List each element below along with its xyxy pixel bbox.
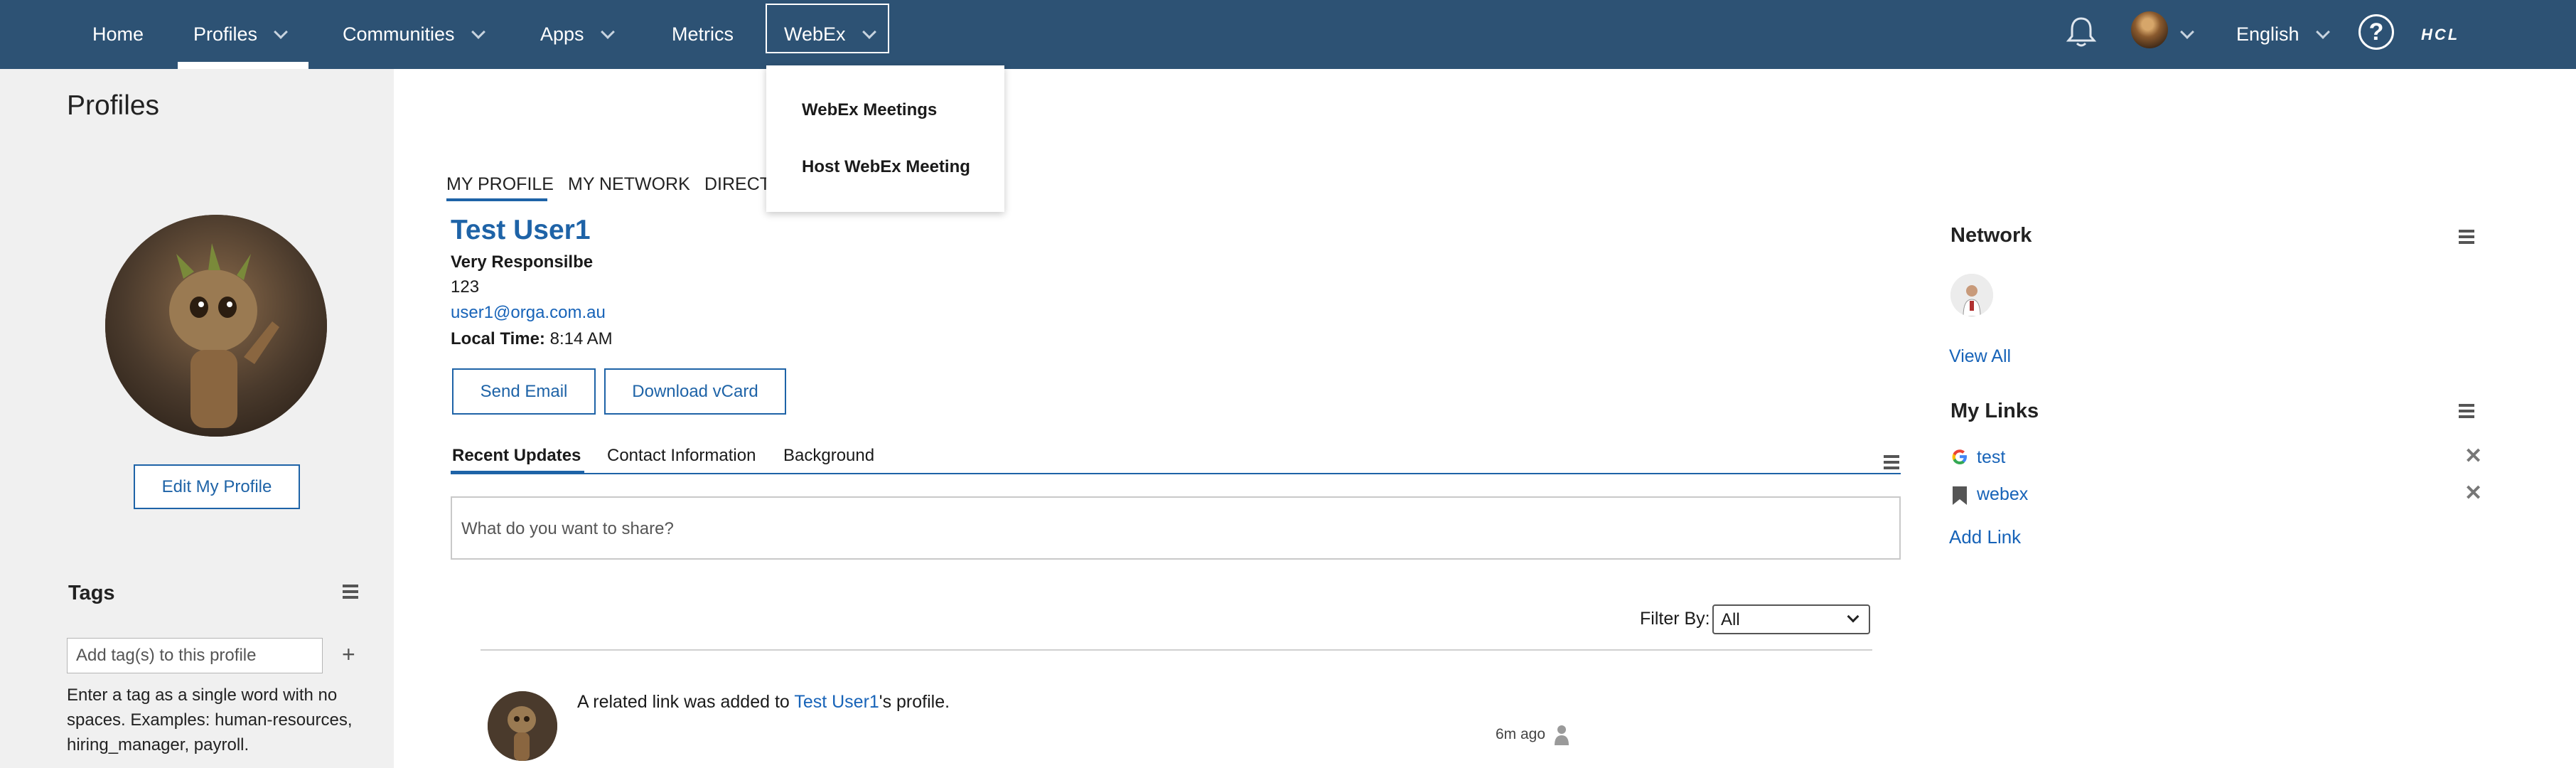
menu-item-webex-meetings[interactable]: WebEx Meetings — [802, 100, 937, 120]
feed-item-text: A related link was added to Test User1's… — [577, 692, 950, 713]
profile-extension: 123 — [451, 277, 480, 297]
nav-home[interactable]: Home — [92, 0, 144, 69]
my-links-menu-icon[interactable] — [2459, 404, 2474, 418]
tag-help-text: Enter a tag as a single word with no spa… — [67, 686, 353, 754]
edit-my-profile-label: Edit My Profile — [161, 476, 272, 496]
download-vcard-label: Download vCard — [632, 381, 758, 401]
nav-profiles[interactable]: Profiles — [193, 0, 288, 69]
feed-divider — [481, 649, 1872, 651]
local-time-label: Local Time: — [451, 329, 545, 348]
language-selector[interactable]: English — [2236, 0, 2330, 69]
filter-select[interactable]: All — [1712, 604, 1870, 634]
webex-dropdown-menu: WebEx Meetings Host WebEx Meeting — [766, 65, 1004, 212]
nav-apps[interactable]: Apps — [540, 0, 615, 69]
share-input[interactable]: What do you want to share? — [451, 496, 1901, 560]
network-menu-icon[interactable] — [2459, 230, 2474, 244]
person-icon — [1555, 725, 1569, 745]
nav-home-label: Home — [92, 23, 144, 45]
send-email-button[interactable]: Send Email — [452, 368, 596, 415]
profile-photo-image — [105, 215, 327, 437]
nav-metrics-label: Metrics — [672, 23, 734, 45]
google-icon — [1952, 449, 1967, 464]
profile-email-link[interactable]: user1@orga.com.au — [451, 303, 606, 323]
profile-job-title: Very Responsilbe — [451, 252, 594, 272]
my-link-test[interactable]: test — [1977, 447, 2005, 468]
profile-local-time: Local Time: 8:14 AM — [451, 329, 613, 349]
nav-communities-label: Communities — [343, 23, 455, 45]
network-title: Network — [1950, 224, 2032, 247]
language-label: English — [2236, 23, 2299, 45]
tag-input-placeholder: Add tag(s) to this profile — [76, 646, 257, 665]
chevron-down-icon — [274, 24, 288, 39]
notifications-bell-icon[interactable] — [2066, 16, 2097, 48]
feed-item-time: 6m ago — [1496, 726, 1546, 742]
chevron-down-icon — [2180, 24, 2194, 39]
filter-label: Filter By: — [1640, 609, 1710, 629]
view-all-link[interactable]: View All — [1949, 346, 2011, 367]
edit-my-profile-button[interactable]: Edit My Profile — [134, 464, 300, 509]
profile-photo — [105, 215, 327, 437]
tab-contact-information[interactable]: Contact Information — [607, 446, 756, 466]
sidebar-title: Profiles — [67, 90, 160, 121]
local-time-value: 8:14 AM — [549, 329, 613, 348]
download-vcard-button[interactable]: Download vCard — [604, 368, 786, 415]
tab-my-profile[interactable]: MY PROFILE — [446, 174, 554, 195]
feed-avatar-image — [488, 691, 557, 761]
bookmark-icon — [1953, 486, 1967, 505]
tabs-baseline — [451, 473, 1901, 474]
nav-communities[interactable]: Communities — [343, 0, 485, 69]
tab-recent-updates[interactable]: Recent Updates — [452, 446, 581, 466]
tags-title: Tags — [68, 582, 115, 604]
tab-active-indicator — [451, 471, 584, 474]
help-icon[interactable]: ? — [2358, 14, 2394, 50]
user-menu-toggle[interactable] — [2180, 0, 2194, 69]
tags-menu-icon[interactable] — [343, 585, 358, 599]
feed-item-prefix: A related link was added to — [577, 692, 795, 712]
nav-active-indicator — [178, 62, 308, 69]
chevron-down-icon — [471, 24, 485, 39]
chevron-down-icon — [2315, 24, 2330, 39]
add-tag-icon[interactable]: + — [342, 641, 355, 668]
my-links-title: My Links — [1950, 400, 2039, 422]
nav-profiles-label: Profiles — [193, 23, 258, 45]
tab-active-indicator — [446, 198, 547, 201]
feed-avatar[interactable] — [488, 691, 557, 761]
tag-input[interactable]: Add tag(s) to this profile — [67, 638, 323, 673]
share-input-placeholder: What do you want to share? — [461, 519, 674, 538]
network-contact-avatar[interactable] — [1950, 274, 1993, 316]
filter-select-value: All — [1721, 610, 1740, 629]
help-glyph: ? — [2368, 18, 2384, 46]
nav-apps-label: Apps — [540, 23, 584, 45]
send-email-label: Send Email — [480, 381, 568, 401]
updates-menu-icon[interactable] — [1884, 455, 1899, 469]
chevron-down-icon — [862, 24, 876, 39]
nav-webex[interactable]: WebEx — [784, 0, 876, 69]
remove-link-test-icon[interactable]: ✕ — [2464, 444, 2482, 469]
chevron-down-icon — [600, 24, 615, 39]
tab-background[interactable]: Background — [783, 446, 874, 466]
my-link-webex[interactable]: webex — [1977, 484, 2028, 505]
user-avatar[interactable] — [2131, 11, 2168, 48]
hcl-logo: HCL — [2421, 26, 2460, 43]
feed-item-suffix: 's profile. — [879, 692, 950, 712]
add-link[interactable]: Add Link — [1949, 526, 2021, 548]
remove-link-webex-icon[interactable]: ✕ — [2464, 481, 2482, 506]
feed-item-user-link[interactable]: Test User1 — [794, 692, 879, 712]
top-navigation-bar: Home Profiles Communities Apps Metrics W… — [0, 0, 2576, 69]
network-contact-image — [1950, 274, 1993, 316]
nav-metrics[interactable]: Metrics — [672, 0, 734, 69]
nav-webex-label: WebEx — [784, 23, 846, 45]
menu-item-host-webex-meeting[interactable]: Host WebEx Meeting — [802, 157, 970, 177]
profile-name: Test User1 — [451, 215, 591, 245]
tab-my-network[interactable]: MY NETWORK — [568, 174, 690, 195]
chevron-down-icon — [1847, 610, 1859, 623]
